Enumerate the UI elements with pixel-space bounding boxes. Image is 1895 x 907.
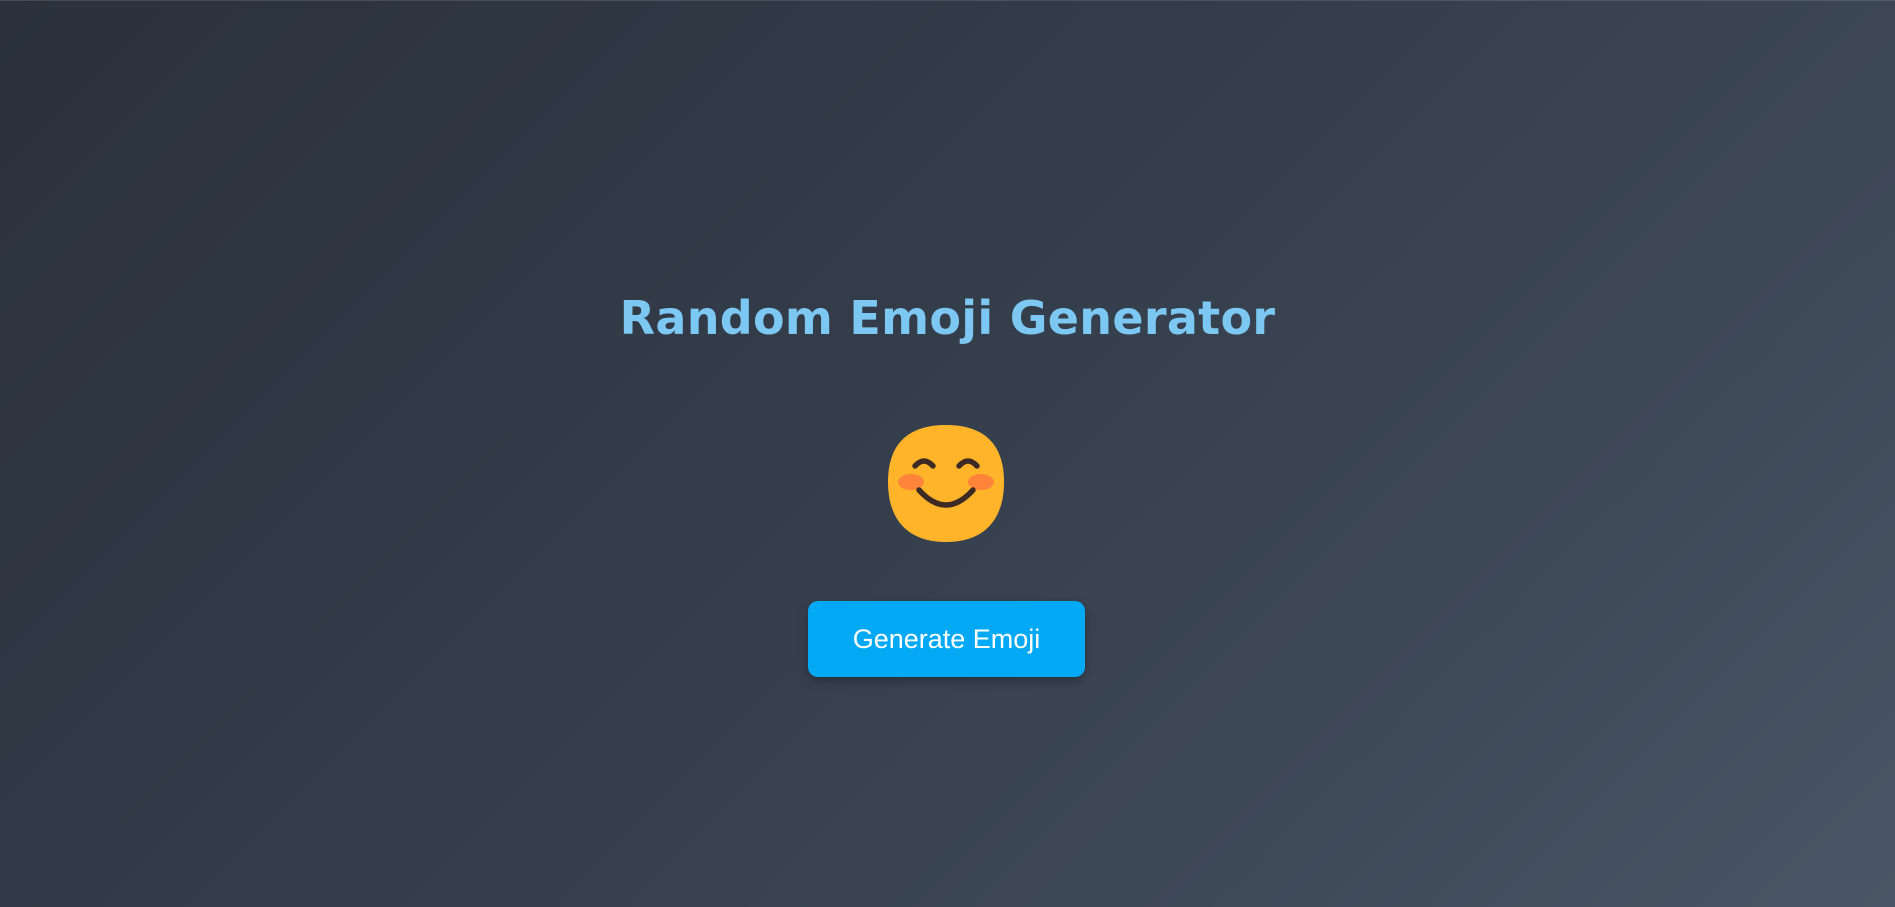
page-title: Random Emoji Generator [619, 291, 1276, 345]
emoji-display [885, 422, 1007, 544]
generate-emoji-button[interactable]: Generate Emoji [808, 601, 1085, 677]
smiling-face-icon [888, 425, 1004, 542]
emoji-generator-app: Random Emoji Generator Generate Emoji [0, 0, 1895, 907]
